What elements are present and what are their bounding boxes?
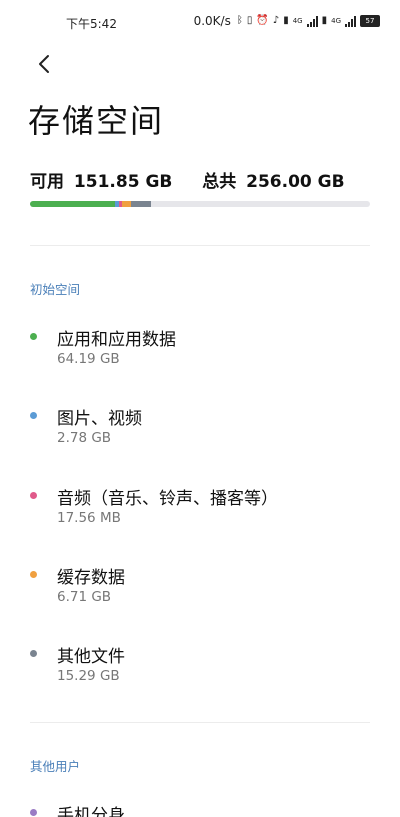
item-size: 6.71 GB <box>57 589 112 605</box>
storage-bar-segment-cache <box>121 201 131 207</box>
storage-item-second-space[interactable]: 手机分身 <box>30 801 370 817</box>
network-speed: 0.0K/s <box>193 14 231 28</box>
status-icons: 0.0K/s ᛒ ▯ ⏰ ♪ ▮ 4G ▮ 4G 57 <box>194 14 380 28</box>
images-color-dot <box>30 412 37 419</box>
signal-icon-2 <box>345 15 356 27</box>
item-size: 64.19 GB <box>57 351 120 367</box>
storage-bar-segment-other <box>130 201 152 207</box>
storage-bar-segment-apps <box>30 201 116 207</box>
cache-color-dot <box>30 571 37 578</box>
page-title: 存储空间 <box>28 102 165 140</box>
status-time: 下午5:42 <box>66 17 117 31</box>
available-label: 可用 <box>30 172 64 192</box>
total-label: 总共 <box>202 172 237 192</box>
network-type-2: 4G <box>331 17 341 25</box>
item-label: 应用和应用数据 <box>57 330 176 350</box>
sim-icon-2: ▮ <box>321 15 328 26</box>
audio-color-dot <box>30 492 37 499</box>
storage-item-images-videos[interactable]: 图片、视频 2.78 GB <box>30 404 370 454</box>
item-size: 15.29 GB <box>57 668 120 684</box>
network-type-1: 4G <box>292 17 303 25</box>
item-label: 音频（音乐、铃声、播客等） <box>57 489 278 509</box>
status-bar: 下午5:42 0.0K/s ᛒ ▯ ⏰ ♪ ▮ 4G ▮ 4G 57 <box>0 0 400 44</box>
sim-icon: ▮ <box>283 15 289 26</box>
music-note-icon: ♪ <box>272 15 280 26</box>
section-header-other-users: 其他用户 <box>30 759 81 774</box>
divider <box>30 245 370 246</box>
item-label: 手机分身 <box>57 806 125 817</box>
item-label: 缓存数据 <box>57 568 125 588</box>
chevron-left-icon <box>39 55 49 73</box>
back-button[interactable] <box>30 50 58 78</box>
storage-item-cache[interactable]: 缓存数据 6.71 GB <box>30 563 370 613</box>
item-label: 图片、视频 <box>57 409 142 429</box>
other-files-color-dot <box>30 650 37 657</box>
section-header-initial-space: 初始空间 <box>30 282 81 297</box>
storage-item-apps[interactable]: 应用和应用数据 64.19 GB <box>30 325 370 375</box>
storage-usage-bar <box>30 201 370 207</box>
storage-page: 下午5:42 0.0K/s ᛒ ▯ ⏰ ♪ ▮ 4G ▮ 4G 57 存储空间 … <box>0 0 400 817</box>
vibrate-icon: ▯ <box>246 15 253 26</box>
storage-item-other-files[interactable]: 其他文件 15.29 GB <box>30 642 370 692</box>
item-label: 其他文件 <box>57 647 125 667</box>
total-value: 256.00 GB <box>246 172 345 192</box>
item-size: 2.78 GB <box>57 430 112 446</box>
available-value: 151.85 GB <box>73 172 173 192</box>
alarm-icon: ⏰ <box>256 15 269 26</box>
item-size: 17.56 MB <box>57 510 121 526</box>
apps-color-dot <box>30 333 37 340</box>
signal-icon-1 <box>306 15 318 27</box>
battery-icon: 57 <box>360 15 380 27</box>
second-space-color-dot <box>30 809 37 816</box>
bluetooth-icon: ᛒ <box>236 15 243 26</box>
storage-summary: 可用 151.85 GB 总共 256.00 GB <box>30 167 349 192</box>
storage-item-audio[interactable]: 音频（音乐、铃声、播客等） 17.56 MB <box>30 484 370 534</box>
divider <box>30 722 370 723</box>
